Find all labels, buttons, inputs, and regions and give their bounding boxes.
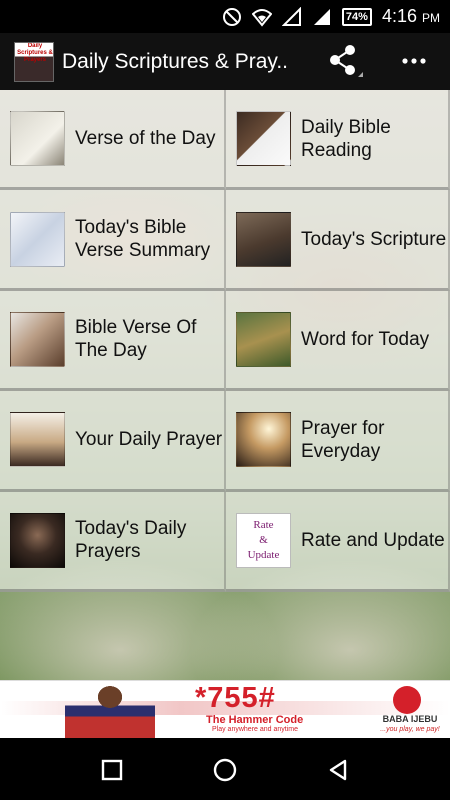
menu-tile-your-daily-prayer[interactable]: Your Daily Prayer: [0, 391, 226, 492]
share-icon: [330, 45, 363, 77]
menu-tile-word-for-today[interactable]: Word for Today: [226, 290, 450, 392]
clock-time: 4:16: [381, 6, 417, 26]
recents-button[interactable]: [90, 748, 134, 792]
menu-tile-label: Word for Today: [301, 328, 430, 350]
ad-subline: Play anywhere and anytime: [212, 726, 298, 733]
signal-icon: [281, 6, 302, 27]
menu-tile-daily-bible-reading[interactable]: Daily Bible Reading: [226, 90, 450, 191]
kneeling-prayer-thumb: [10, 412, 65, 468]
menu-tile-label: Today's Scripture: [301, 228, 447, 250]
woman-praying-up-thumb: [10, 512, 65, 568]
ad-code: *755#: [195, 682, 276, 714]
menu-tile-bible-verse-of-the-day[interactable]: Bible Verse Of The Day: [0, 290, 226, 392]
menu-tile-label: Verse of the Day: [75, 128, 216, 150]
home-icon: [213, 758, 237, 782]
share-button[interactable]: [322, 41, 366, 81]
ad-brand: BABA IJEBU: [382, 714, 438, 724]
rate-update-thumb: Rate & Update: [236, 512, 291, 568]
menu-tile-label: Rate and Update: [301, 529, 445, 551]
menu-grid: Verse of the Day Daily Bible Reading Tod…: [0, 90, 450, 592]
back-icon: [329, 759, 347, 781]
overflow-menu-icon: [402, 58, 426, 64]
app-title: Daily Scriptures & Pray..: [62, 49, 289, 73]
home-button[interactable]: [203, 748, 247, 792]
menu-tile-label: Your Daily Prayer: [75, 429, 223, 451]
menu-tile-prayer-for-everyday[interactable]: Prayer for Everyday: [226, 391, 450, 492]
dnd-icon: [222, 7, 242, 27]
signal-full-icon: [312, 7, 332, 27]
coffee-bible-thumb: [10, 111, 65, 167]
ad-person-image: [65, 683, 155, 738]
ad-headline: The Hammer Code: [206, 714, 304, 726]
app-bar: Daily Scriptures & Prayers Daily Scriptu…: [0, 33, 450, 90]
rate-thumb-line: Rate: [253, 518, 274, 531]
praying-hands-thumb: [10, 311, 65, 367]
status-bar-right: 74% 4:16 PM: [222, 0, 440, 33]
menu-tile-label: Today's Daily Prayers: [75, 518, 187, 563]
ad-banner[interactable]: *755# The Hammer Code Play anywhere and …: [0, 680, 450, 738]
menu-tile-todays-scripture[interactable]: Today's Scripture: [226, 190, 450, 291]
navigation-bar: [0, 738, 450, 800]
rate-thumb-line: Update: [247, 548, 280, 561]
menu-tile-label: Today's Bible Verse Summary: [75, 217, 211, 262]
praying-woman-light-thumb: [236, 412, 291, 468]
app-logo-text: Daily Scriptures & Prayers: [17, 42, 53, 63]
overflow-menu-button[interactable]: [392, 41, 436, 81]
clock: 4:16 PM: [382, 6, 440, 27]
wifi-icon: [251, 7, 272, 27]
menu-tile-todays-bible-verse-summary[interactable]: Today's Bible Verse Summary: [0, 190, 226, 291]
woman-with-bible-thumb: [236, 211, 291, 267]
menu-tile-todays-daily-prayers[interactable]: Today's Daily Prayers: [0, 491, 226, 592]
menu-tile-label: Bible Verse Of The Day: [75, 317, 197, 362]
menu-tile-label: Prayer for Everyday: [301, 417, 385, 462]
ad-brand-logo: [393, 686, 421, 714]
ad-tagline: ...you play, we pay!: [380, 726, 440, 733]
menu-tile-verse-of-the-day[interactable]: Verse of the Day: [0, 90, 226, 191]
girl-reading-grass-thumb: [236, 311, 291, 367]
menu-tile-label: Daily Bible Reading: [301, 116, 391, 161]
app-logo: Daily Scriptures & Prayers: [14, 41, 54, 82]
recents-icon: [101, 759, 123, 781]
menu-tile-rate-and-update[interactable]: Rate & Update Rate and Update: [226, 491, 450, 592]
clock-ampm: PM: [422, 11, 440, 25]
back-button[interactable]: [316, 748, 360, 792]
hand-on-bible-thumb: [10, 211, 65, 267]
battery-indicator: 74%: [341, 7, 372, 26]
rate-thumb-line: &: [259, 533, 268, 546]
woman-reading-thumb: [236, 111, 291, 167]
status-bar: 74% 4:16 PM: [0, 0, 450, 33]
content-area: Verse of the Day Daily Bible Reading Tod…: [0, 90, 450, 680]
